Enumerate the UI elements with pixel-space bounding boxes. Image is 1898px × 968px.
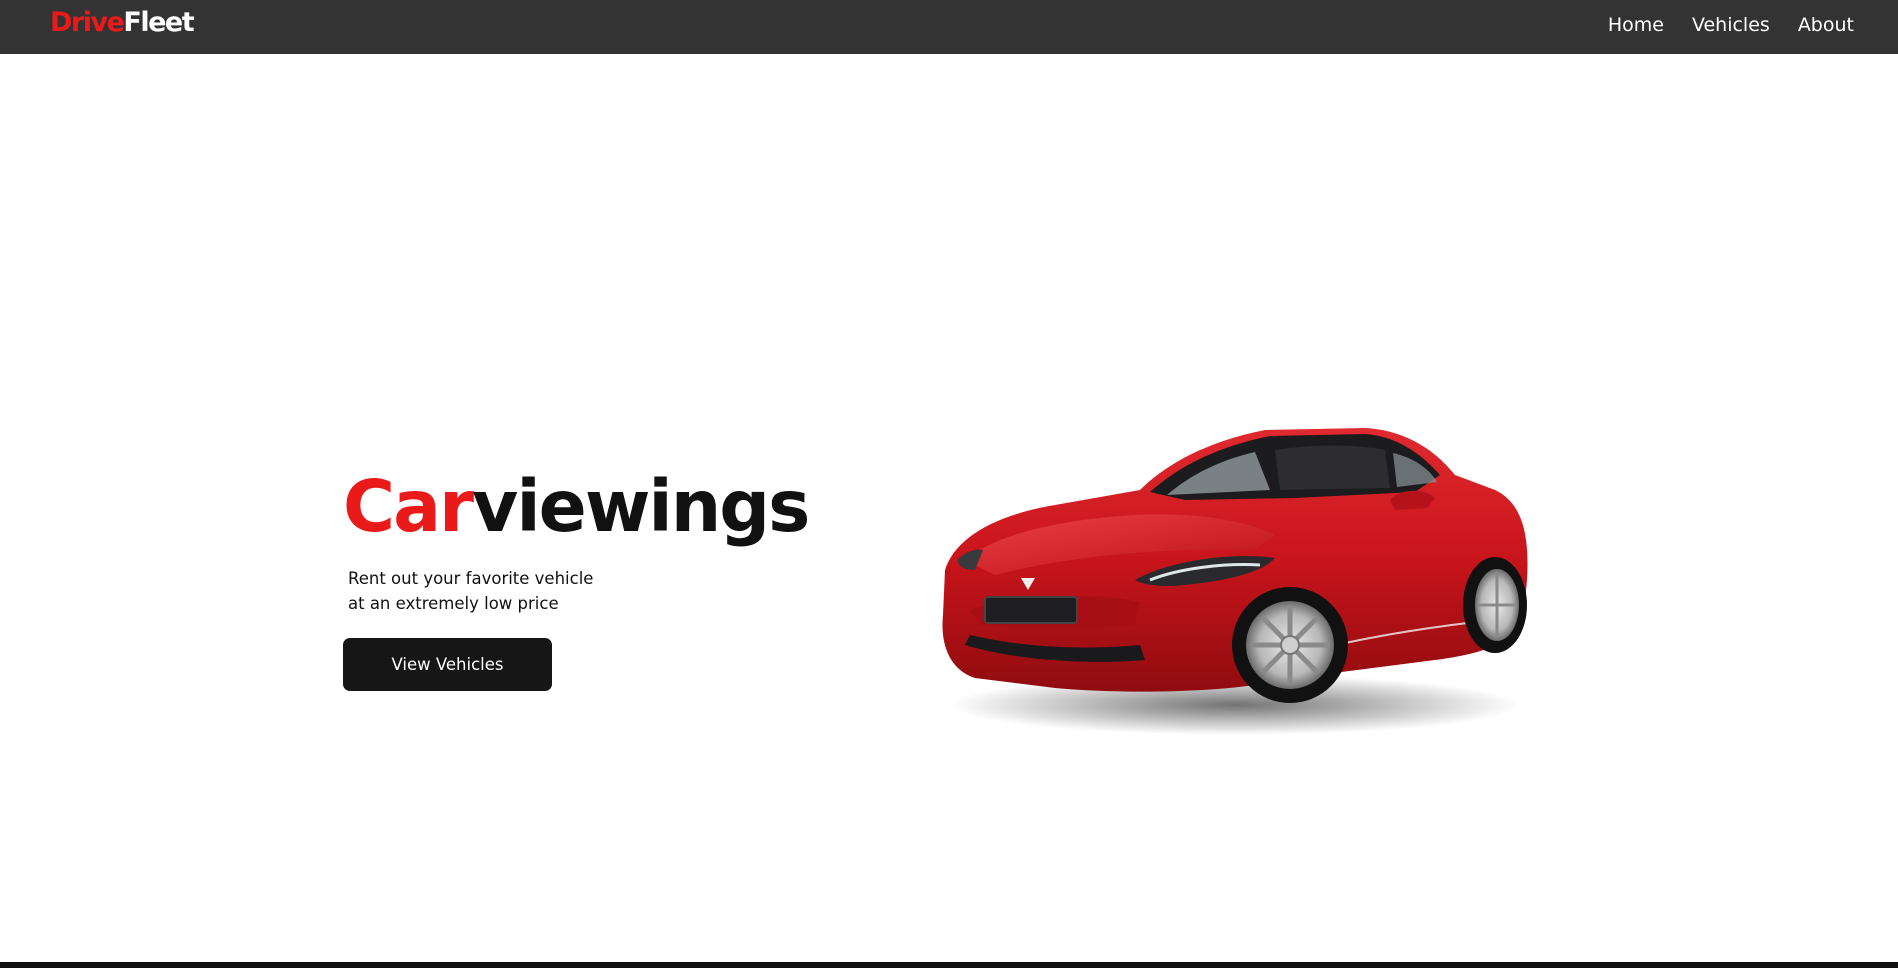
red-sports-car-image — [942, 428, 1528, 735]
brand-logo-part1: Drive — [50, 7, 125, 38]
hero-title: Carviewings — [343, 462, 810, 552]
hero-title-rest: viewings — [472, 465, 810, 548]
hero-title-accent: Car — [343, 465, 474, 548]
hero-subtitle-line2: at an extremely low price — [348, 594, 559, 613]
hero-subtitle-line1: Rent out your favorite vehicle — [348, 569, 594, 588]
view-vehicles-button[interactable]: View Vehicles — [343, 638, 552, 691]
top-navbar: DriveFleet Home Vehicles About — [0, 0, 1898, 54]
nav-link-vehicles[interactable]: Vehicles — [1692, 14, 1770, 36]
nav-links: Home Vehicles About — [1608, 0, 1854, 50]
brand-logo[interactable]: DriveFleet — [50, 6, 195, 40]
nav-link-home[interactable]: Home — [1608, 14, 1664, 36]
nav-link-about[interactable]: About — [1798, 14, 1854, 36]
hero-subtitle: Rent out your favorite vehicle at an ext… — [348, 566, 593, 616]
brand-logo-part2: Fleet — [123, 7, 194, 38]
footer-bar — [0, 962, 1898, 968]
